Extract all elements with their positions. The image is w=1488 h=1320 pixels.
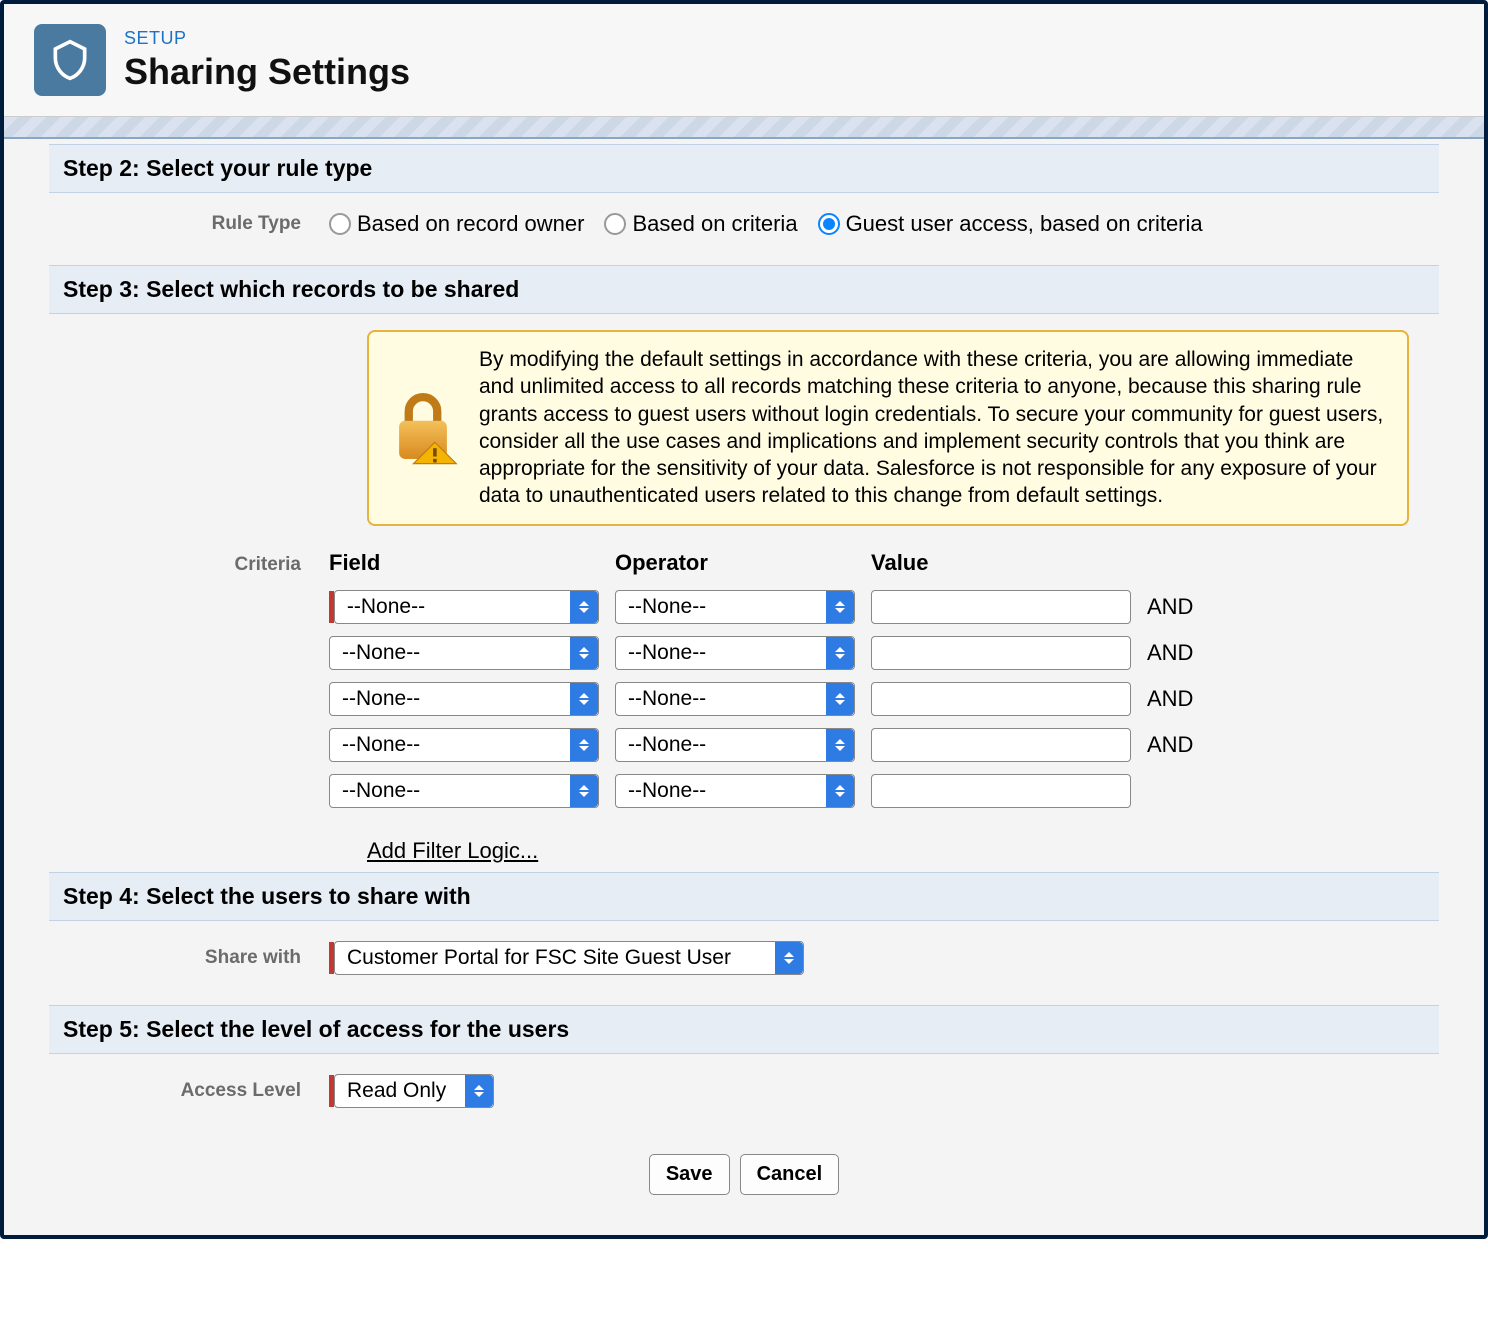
value-input[interactable]	[871, 636, 1131, 670]
logic-and: AND	[1147, 732, 1227, 758]
share-with-row: Share with Customer Portal for FSC Site …	[49, 921, 1439, 1005]
field-select[interactable]: --None--	[334, 590, 599, 624]
radio-icon	[329, 213, 351, 235]
operator-select[interactable]: --None--	[615, 682, 855, 716]
col-operator: Operator	[615, 550, 855, 578]
share-with-label: Share with	[49, 947, 329, 969]
share-with-select[interactable]: Customer Portal for FSC Site Guest User	[334, 941, 804, 975]
step5-header: Step 5: Select the level of access for t…	[49, 1005, 1439, 1054]
operator-select[interactable]: --None--	[615, 590, 855, 624]
cancel-button[interactable]: Cancel	[740, 1154, 840, 1195]
col-field: Field	[329, 550, 599, 578]
chevron-updown-icon	[570, 775, 598, 807]
criteria-label: Criteria	[49, 550, 329, 808]
access-level-label: Access Level	[49, 1080, 329, 1102]
criteria-section: Criteria Field Operator Value --None-- -…	[49, 542, 1439, 820]
field-select[interactable]: --None--	[329, 636, 599, 670]
value-input[interactable]	[871, 728, 1131, 762]
access-level-select[interactable]: Read Only	[334, 1074, 494, 1108]
chevron-updown-icon	[826, 637, 854, 669]
shield-icon	[34, 24, 106, 96]
rule-type-label: Rule Type	[49, 213, 329, 235]
chevron-updown-icon	[570, 729, 598, 761]
value-input[interactable]	[871, 774, 1131, 808]
value-input[interactable]	[871, 682, 1131, 716]
operator-select[interactable]: --None--	[615, 636, 855, 670]
operator-select[interactable]: --None--	[615, 728, 855, 762]
warning-banner: By modifying the default settings in acc…	[367, 330, 1409, 526]
logic-and: AND	[1147, 640, 1227, 666]
chevron-updown-icon	[775, 942, 803, 974]
chevron-updown-icon	[826, 775, 854, 807]
chevron-updown-icon	[826, 591, 854, 623]
field-select[interactable]: --None--	[329, 728, 599, 762]
setup-label: SETUP	[124, 28, 410, 49]
lock-warning-icon	[387, 346, 459, 510]
value-input[interactable]	[871, 590, 1131, 624]
page-header: SETUP Sharing Settings	[4, 4, 1484, 117]
col-value: Value	[871, 550, 1131, 578]
step3-header: Step 3: Select which records to be share…	[49, 265, 1439, 314]
radio-label: Based on criteria	[632, 211, 797, 237]
step2-header: Step 2: Select your rule type	[49, 144, 1439, 193]
rule-type-row: Rule Type Based on record owner Based on…	[49, 193, 1439, 265]
radio-label: Guest user access, based on criteria	[846, 211, 1203, 237]
radio-label: Based on record owner	[357, 211, 584, 237]
step4-header: Step 4: Select the users to share with	[49, 872, 1439, 921]
chevron-updown-icon	[465, 1075, 493, 1107]
chevron-updown-icon	[570, 683, 598, 715]
content-area: Step 2: Select your rule type Rule Type …	[4, 139, 1484, 1235]
radio-icon	[818, 213, 840, 235]
field-select[interactable]: --None--	[329, 682, 599, 716]
logic-and: AND	[1147, 686, 1227, 712]
criteria-grid: Field Operator Value --None-- --None-- A…	[329, 550, 1227, 808]
add-filter-logic-link[interactable]: Add Filter Logic...	[367, 838, 538, 863]
decorative-strip	[4, 117, 1484, 139]
chevron-updown-icon	[826, 729, 854, 761]
operator-select[interactable]: --None--	[615, 774, 855, 808]
chevron-updown-icon	[826, 683, 854, 715]
chevron-updown-icon	[570, 637, 598, 669]
radio-record-owner[interactable]: Based on record owner	[329, 211, 584, 237]
page-title: Sharing Settings	[124, 51, 410, 93]
field-select[interactable]: --None--	[329, 774, 599, 808]
app-frame: SETUP Sharing Settings Step 2: Select yo…	[0, 0, 1488, 1239]
radio-criteria[interactable]: Based on criteria	[604, 211, 797, 237]
rule-type-radios: Based on record owner Based on criteria …	[329, 211, 1203, 237]
chevron-updown-icon	[570, 591, 598, 623]
radio-guest-criteria[interactable]: Guest user access, based on criteria	[818, 211, 1203, 237]
save-button[interactable]: Save	[649, 1154, 730, 1195]
warning-text: By modifying the default settings in acc…	[479, 346, 1389, 510]
access-level-row: Access Level Read Only	[49, 1054, 1439, 1138]
logic-and: AND	[1147, 594, 1227, 620]
radio-icon	[604, 213, 626, 235]
action-buttons: Save Cancel	[49, 1138, 1439, 1205]
